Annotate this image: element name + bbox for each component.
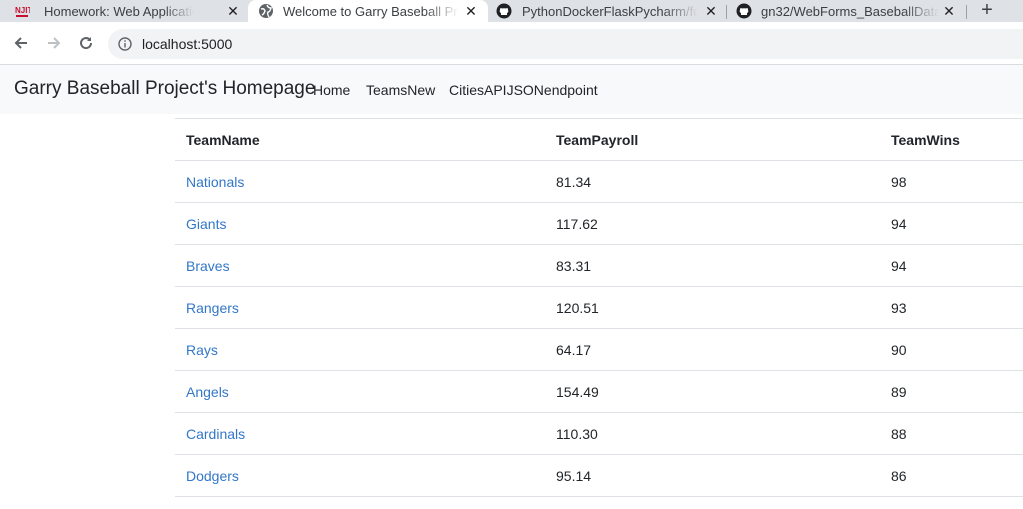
table-row: Braves 83.31 94 — [175, 244, 1023, 287]
column-header-teamwins[interactable]: TeamWins — [880, 119, 1023, 161]
forward-arrow-icon[interactable] — [43, 32, 65, 54]
column-header-teamname[interactable]: TeamName — [175, 119, 545, 161]
team-name-cell: Dodgers — [175, 454, 545, 497]
team-wins-cell: 90 — [880, 328, 1023, 371]
team-name-cell: Rangers — [175, 286, 545, 329]
table-row: Rays 64.17 90 — [175, 328, 1023, 371]
browser-tab-strip: NJIT Homework: Web Application Part ✕ We… — [0, 0, 1023, 22]
github-icon — [736, 3, 752, 19]
teams-table: TeamName TeamPayroll TeamWins Nationals … — [175, 119, 1023, 497]
team-name-cell: Rays — [175, 328, 545, 371]
tab-title: Homework: Web Application Part — [44, 3, 194, 19]
table-row: Giants 117.62 94 — [175, 202, 1023, 245]
browser-toolbar: localhost:5000 — [0, 22, 1023, 65]
close-icon[interactable]: ✕ — [702, 2, 720, 20]
globe-icon — [258, 3, 274, 19]
table-header-row: TeamName TeamPayroll TeamWins — [175, 119, 1023, 161]
team-name-cell: Nationals — [175, 160, 545, 203]
team-name-cell: Braves — [175, 244, 545, 287]
close-icon[interactable]: ✕ — [462, 2, 480, 20]
team-payroll-cell: 64.17 — [545, 328, 880, 371]
tab-title: Welcome to Garry Baseball Project — [283, 3, 459, 19]
tab-title: gn32/WebForms_BaseballData: T — [761, 3, 939, 19]
browser-tab-homework[interactable]: NJIT Homework: Web Application Part ✕ — [14, 0, 246, 22]
team-wins-cell: 88 — [880, 412, 1023, 455]
team-payroll-cell: 120.51 — [545, 286, 880, 329]
nav-link-home[interactable]: Home — [313, 82, 350, 98]
team-link[interactable]: Cardinals — [186, 426, 245, 442]
browser-tab-gn32[interactable]: gn32/WebForms_BaseballData: T ✕ — [736, 0, 966, 22]
nav-link-teamsnew[interactable]: TeamsNew — [366, 82, 435, 98]
tab-separator — [726, 5, 727, 19]
browser-tab-pythondocker[interactable]: PythonDockerFlaskPycharm/forms ✕ — [496, 0, 726, 22]
close-icon[interactable]: ✕ — [224, 2, 242, 20]
address-bar[interactable]: localhost:5000 — [108, 29, 1023, 59]
table-row: Cardinals 110.30 88 — [175, 412, 1023, 455]
team-link[interactable]: Nationals — [186, 174, 244, 190]
team-wins-cell: 86 — [880, 454, 1023, 497]
team-link[interactable]: Giants — [186, 216, 226, 232]
close-icon[interactable]: ✕ — [940, 2, 958, 20]
team-name-cell: Angels — [175, 370, 545, 413]
team-payroll-cell: 83.31 — [545, 244, 880, 287]
table-row: Rangers 120.51 93 — [175, 286, 1023, 329]
team-link[interactable]: Rays — [186, 342, 218, 358]
info-icon[interactable] — [118, 37, 132, 51]
team-wins-cell: 94 — [880, 244, 1023, 287]
team-link[interactable]: Rangers — [186, 300, 239, 316]
team-link[interactable]: Dodgers — [186, 468, 239, 484]
browser-tab-welcome[interactable]: Welcome to Garry Baseball Project ✕ — [248, 0, 488, 22]
team-wins-cell: 98 — [880, 160, 1023, 203]
njit-logo-icon: NJIT — [14, 3, 30, 19]
table-row: Dodgers 95.14 86 — [175, 454, 1023, 497]
team-payroll-cell: 81.34 — [545, 160, 880, 203]
site-navbar: Garry Baseball Project's Homepage Home T… — [0, 65, 1023, 114]
nav-link-cities-api[interactable]: CitiesAPIJSONendpoint — [449, 82, 598, 98]
column-header-teampayroll[interactable]: TeamPayroll — [545, 119, 880, 161]
team-link[interactable]: Angels — [186, 384, 229, 400]
team-wins-cell: 94 — [880, 202, 1023, 245]
tab-title: PythonDockerFlaskPycharm/forms — [522, 3, 698, 19]
team-payroll-cell: 117.62 — [545, 202, 880, 245]
reload-icon[interactable] — [75, 32, 97, 54]
table-row: Nationals 81.34 98 — [175, 160, 1023, 203]
svg-text:NJIT: NJIT — [15, 6, 30, 15]
url-text[interactable]: localhost:5000 — [142, 36, 232, 52]
team-payroll-cell: 95.14 — [545, 454, 880, 497]
new-tab-button[interactable]: + — [975, 0, 999, 22]
team-wins-cell: 89 — [880, 370, 1023, 413]
table-row: Angels 154.49 89 — [175, 370, 1023, 413]
team-link[interactable]: Braves — [186, 258, 230, 274]
tab-separator — [966, 5, 967, 19]
team-payroll-cell: 154.49 — [545, 370, 880, 413]
back-arrow-icon[interactable] — [10, 32, 32, 54]
teams-table-container: TeamName TeamPayroll TeamWins Nationals … — [175, 118, 1023, 497]
team-payroll-cell: 110.30 — [545, 412, 880, 455]
team-name-cell: Cardinals — [175, 412, 545, 455]
github-icon — [496, 3, 512, 19]
team-wins-cell: 93 — [880, 286, 1023, 329]
navbar-brand[interactable]: Garry Baseball Project's Homepage — [14, 78, 315, 100]
team-name-cell: Giants — [175, 202, 545, 245]
